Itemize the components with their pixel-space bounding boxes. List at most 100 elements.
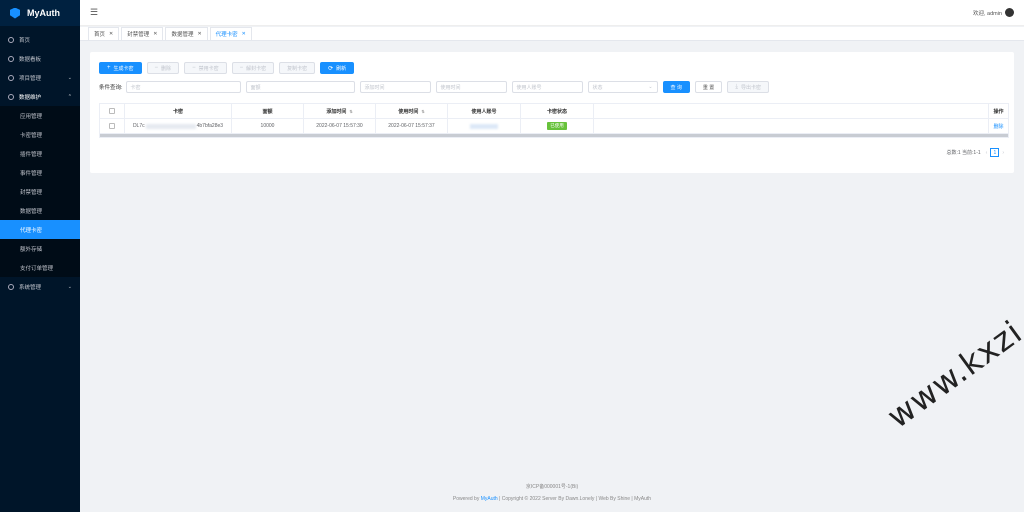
- copyright-footer: Powered by MyAuth | Copyright © 2022 Ser…: [80, 496, 1024, 502]
- sidebar-item-bans[interactable]: 封禁管理: [0, 182, 80, 201]
- minus-icon: −: [239, 65, 244, 71]
- reset-button[interactable]: 重 置: [694, 81, 723, 93]
- copyright-text: | Copyright © 2022 Server By Dawn.Lonely…: [499, 496, 652, 502]
- user-account-input[interactable]: 使用人账号: [511, 81, 583, 93]
- button-label: 删除: [161, 65, 172, 72]
- sidebar-item-payment-orders[interactable]: 支付订单管理: [0, 258, 80, 277]
- page-number[interactable]: 1: [990, 148, 1000, 157]
- search-button[interactable]: 查 询: [662, 81, 690, 93]
- status-cell: 已使用: [521, 119, 594, 133]
- tab-label: 数据管理: [171, 32, 194, 38]
- minus-icon: −: [192, 65, 196, 71]
- row-checkbox[interactable]: [109, 123, 115, 129]
- sidebar-item-label: 首页: [19, 37, 31, 44]
- delete-button[interactable]: − 删除: [146, 62, 180, 74]
- sidebar-item-agent-cards[interactable]: 代理卡密: [0, 220, 80, 239]
- tab-home[interactable]: 首页 ✕: [88, 27, 120, 40]
- sort-icon[interactable]: ⇅: [421, 109, 424, 114]
- sidebar-item-label: 代理卡密: [20, 227, 43, 234]
- tab-bans[interactable]: 封禁管理 ✕: [121, 27, 164, 40]
- sidebar-item-apps[interactable]: 应用管理: [0, 106, 80, 125]
- ops-cell: 删除: [988, 119, 1008, 133]
- table-header: 卡密 面额 添加时间 ⇅ 使用时间 ⇅ 使用人账号 卡密状态 操作: [100, 104, 1008, 119]
- button-label: 复制卡密: [287, 65, 308, 72]
- table-row[interactable]: DL7c 4b7bfa28e3 10000 2022-06-07 15:57:30…: [100, 119, 1008, 134]
- sidebar-item-plugins[interactable]: 插件管理: [0, 144, 80, 163]
- app-logo[interactable]: MyAuth: [0, 0, 80, 26]
- amount-input[interactable]: 面额: [245, 81, 355, 93]
- col-ops: 操作: [988, 104, 1008, 118]
- welcome-text: 欢迎, admin: [972, 10, 1002, 17]
- tab-data[interactable]: 数据管理 ✕: [165, 27, 208, 40]
- sidebar-item-label: 封禁管理: [20, 189, 43, 196]
- sidebar-item-label: 数据看板: [19, 56, 42, 63]
- powered-link[interactable]: MyAuth: [481, 496, 498, 502]
- refresh-icon: ⟳: [328, 65, 334, 72]
- sidebar-item-data-maintenance[interactable]: 数据维护 ⌃: [0, 87, 80, 106]
- tab-label: 封禁管理: [127, 32, 150, 38]
- unban-card-button[interactable]: − 解封卡密: [231, 62, 275, 74]
- sidebar-item-label: 事件管理: [20, 170, 43, 177]
- sidebar-item-home[interactable]: 首页: [0, 30, 80, 49]
- sidebar-item-label: 应用管理: [20, 113, 43, 120]
- export-button[interactable]: ⤓ 导出卡密: [727, 81, 769, 93]
- redacted-blur: [145, 123, 196, 129]
- disable-card-button[interactable]: − 禁用卡密: [184, 62, 227, 74]
- select-all-checkbox[interactable]: [109, 108, 115, 114]
- col-added[interactable]: 添加时间 ⇅: [304, 104, 376, 118]
- status-badge: 已使用: [547, 122, 567, 130]
- pagination: 总数:1 当前:1-1 ‹ 1 ›: [946, 148, 1004, 157]
- card-cell: DL7c 4b7bfa28e3: [125, 119, 232, 133]
- next-page-icon[interactable]: ›: [1002, 150, 1004, 156]
- card-input[interactable]: 卡密: [125, 81, 241, 93]
- tab-agent-cards[interactable]: 代理卡密 ✕: [209, 27, 252, 40]
- placeholder: 添加时间: [364, 84, 385, 91]
- refresh-button[interactable]: ⟳ 刷新: [320, 62, 355, 74]
- button-label: 刷新: [336, 65, 347, 72]
- icp-text[interactable]: 京ICP备000001号-1(Bi): [526, 484, 578, 490]
- horizontal-scrollbar[interactable]: [100, 134, 1008, 137]
- dashboard-icon: [8, 55, 14, 62]
- content-card: + 生成卡密 − 删除 − 禁用卡密 − 解封卡密 复制卡密 ⟳ 刷新 条件查询: 卡密 …: [90, 52, 1014, 173]
- sort-icon[interactable]: ⇅: [349, 109, 352, 114]
- close-icon[interactable]: ✕: [242, 31, 246, 37]
- delete-row-link[interactable]: 删除: [993, 123, 1003, 130]
- added-cell: 2022-06-07 15:57:30: [304, 119, 376, 133]
- user-menu[interactable]: 欢迎, admin: [973, 8, 1014, 17]
- col-card: 卡密: [125, 104, 232, 118]
- sidebar-item-label: 数据管理: [20, 208, 43, 215]
- copy-card-button[interactable]: 复制卡密: [279, 62, 316, 74]
- sidebar-item-data[interactable]: 数据管理: [0, 201, 80, 220]
- placeholder: 使用人账号: [516, 84, 542, 91]
- sidebar-item-system[interactable]: 系统管理 ⌄: [0, 277, 80, 296]
- sidebar-item-extra-storage[interactable]: 额外存储: [0, 239, 80, 258]
- pagination-summary: 总数:1 当前:1-1: [946, 150, 981, 156]
- placeholder: 卡密: [130, 84, 141, 91]
- sidebar-item-cards[interactable]: 卡密管理: [0, 125, 80, 144]
- close-icon[interactable]: ✕: [197, 31, 201, 37]
- button-label: 生成卡密: [113, 65, 134, 72]
- placeholder: 使用时间: [440, 84, 461, 91]
- project-icon: [8, 74, 14, 81]
- use-time-input[interactable]: 使用时间: [435, 81, 507, 93]
- generate-card-button[interactable]: + 生成卡密: [99, 62, 142, 74]
- sidebar-item-label: 系统管理: [19, 284, 42, 291]
- sidebar-item-dashboard[interactable]: 数据看板: [0, 49, 80, 68]
- tab-bar: 首页 ✕ 封禁管理 ✕ 数据管理 ✕ 代理卡密 ✕: [80, 27, 1024, 41]
- close-icon[interactable]: ✕: [109, 31, 113, 37]
- col-used[interactable]: 使用时间 ⇅: [376, 104, 448, 118]
- status-select[interactable]: 状态 ⌄: [587, 81, 658, 93]
- add-time-input[interactable]: 添加时间: [359, 81, 431, 93]
- sidebar-item-label: 数据维护: [19, 94, 42, 101]
- home-icon: [8, 36, 14, 43]
- sidebar-item-projects[interactable]: 项目管理 ⌄: [0, 68, 80, 87]
- menu-fold-icon[interactable]: ☰: [90, 7, 98, 18]
- close-icon[interactable]: ✕: [153, 31, 157, 37]
- powered-text: Powered by: [452, 496, 480, 502]
- avatar[interactable]: [1005, 8, 1014, 17]
- chevron-down-icon: ⌄: [67, 283, 72, 290]
- button-label: 禁用卡密: [198, 65, 219, 72]
- chevron-down-icon: ⌄: [648, 84, 653, 90]
- sidebar-item-events[interactable]: 事件管理: [0, 163, 80, 182]
- prev-page-icon[interactable]: ‹: [986, 150, 988, 156]
